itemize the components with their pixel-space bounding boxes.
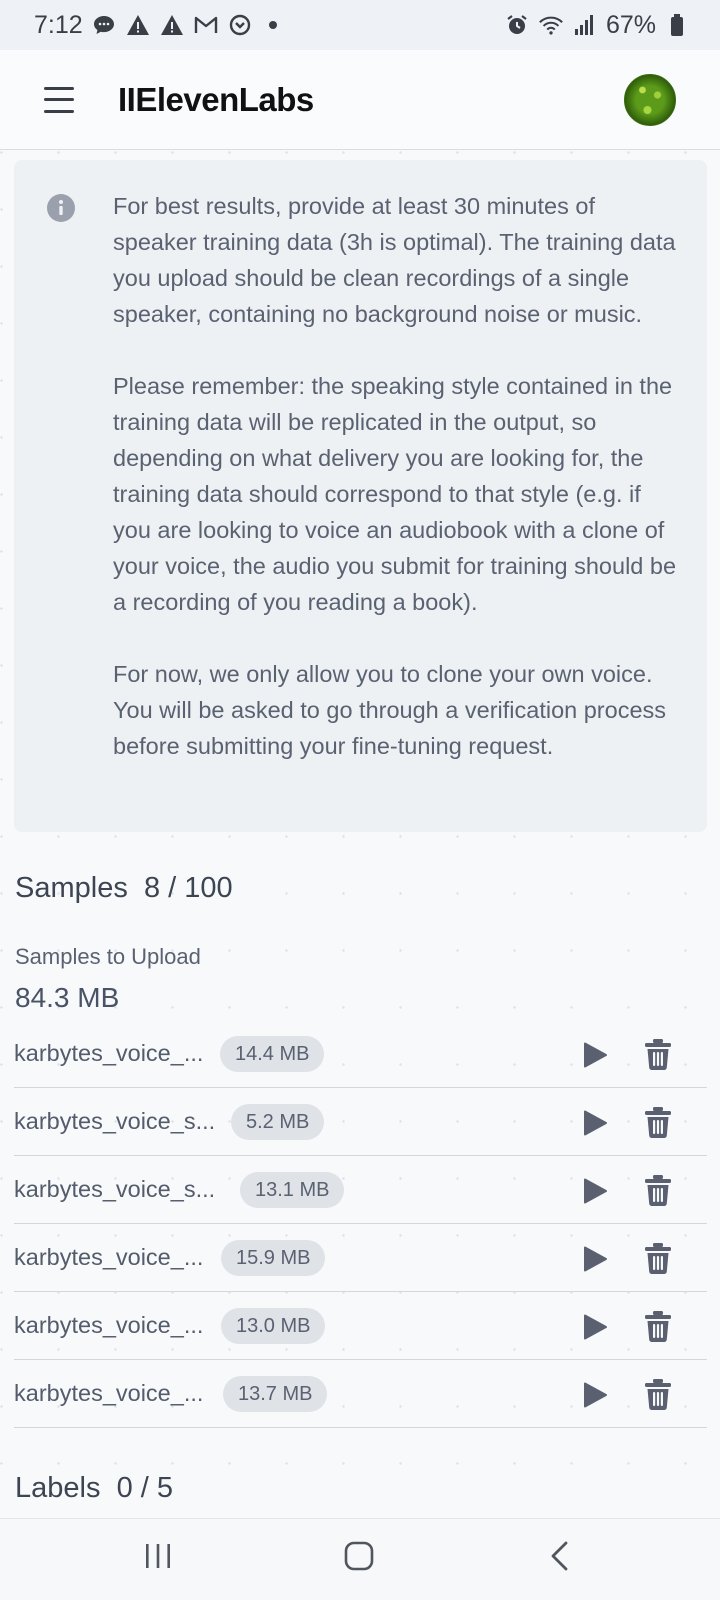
warning-icon (159, 12, 185, 38)
battery-percentage: 67% (605, 10, 656, 39)
play-icon[interactable] (581, 1313, 609, 1346)
size-badge: 15.9 MB (221, 1240, 326, 1276)
labels-title: Labels (15, 1472, 101, 1504)
trash-icon[interactable] (644, 1038, 672, 1075)
app-logo[interactable]: IIElevenLabs (118, 81, 314, 119)
status-right: 67% (504, 11, 690, 40)
play-icon[interactable] (581, 1177, 609, 1210)
avatar[interactable] (624, 73, 676, 126)
back-icon[interactable] (548, 1541, 572, 1576)
labels-count: 0 / 5 (116, 1472, 174, 1504)
sample-row: karbytes_voice_... 13.7 MB (14, 1360, 707, 1428)
info-paragraph-3: For now, we only allow you to clone your… (113, 661, 667, 759)
play-icon[interactable] (581, 1041, 609, 1074)
info-callout: For best results, provide at least 30 mi… (14, 160, 707, 832)
upload-total-size: 84.3 MB (15, 982, 120, 1013)
hamburger-menu-icon[interactable] (44, 86, 74, 113)
size-badge: 13.1 MB (240, 1172, 345, 1208)
gmail-icon (193, 12, 219, 38)
sample-row: karbytes_voice_... 13.0 MB (14, 1292, 707, 1360)
signal-icon (572, 12, 598, 38)
size-badge: 5.2 MB (231, 1104, 325, 1140)
size-badge: 13.7 MB (223, 1376, 328, 1412)
sample-filename: karbytes_voice_s... (14, 1108, 216, 1134)
info-paragraph-1: For best results, provide at least 30 mi… (113, 193, 676, 327)
system-nav-bar (0, 1518, 720, 1600)
sample-row: karbytes_voice_... 14.4 MB (14, 1020, 707, 1088)
wifi-icon (538, 12, 564, 38)
sample-row: karbytes_voice_... 15.9 MB (14, 1224, 707, 1292)
trash-icon[interactable] (644, 1174, 672, 1211)
info-paragraph-2: Please remember: the speaking style cont… (113, 373, 677, 615)
samples-to-upload-label: Samples to Upload (15, 944, 201, 969)
sample-filename: karbytes_voice_s... (14, 1176, 216, 1202)
trash-icon[interactable] (644, 1106, 672, 1143)
play-icon[interactable] (581, 1245, 609, 1278)
alarm-icon (504, 12, 530, 38)
dot-icon (268, 21, 277, 29)
recents-icon[interactable] (143, 1541, 173, 1576)
play-icon[interactable] (581, 1381, 609, 1414)
size-badge: 13.0 MB (221, 1308, 326, 1344)
app-header: IIElevenLabs (0, 50, 720, 150)
sample-filename: karbytes_voice_... (14, 1380, 204, 1406)
samples-count: 8 / 100 (143, 872, 233, 904)
trash-icon[interactable] (644, 1242, 672, 1279)
sample-row: karbytes_voice_s... 5.2 MB (14, 1088, 707, 1156)
status-left: 7:12 (34, 11, 277, 40)
battery-icon (664, 12, 690, 38)
size-badge: 14.4 MB (220, 1036, 325, 1072)
media-icon (227, 12, 253, 38)
labels-heading: Labels 0 / 5 (15, 1472, 173, 1505)
chat-bubble-icon (91, 12, 117, 38)
sample-filename: karbytes_voice_... (14, 1040, 204, 1066)
home-icon[interactable] (344, 1541, 374, 1576)
sample-list: karbytes_voice_... 14.4 MB karbytes_voic… (14, 1020, 707, 1428)
status-bar: 7:12 67% (0, 0, 720, 50)
sample-row: karbytes_voice_s... 13.1 MB (14, 1156, 707, 1224)
info-icon (46, 193, 76, 228)
trash-icon[interactable] (644, 1378, 672, 1415)
trash-icon[interactable] (644, 1310, 672, 1347)
sample-filename: karbytes_voice_... (14, 1244, 204, 1270)
warning-icon (125, 12, 151, 38)
status-time: 7:12 (34, 10, 83, 39)
samples-title: Samples (15, 872, 128, 904)
play-icon[interactable] (581, 1109, 609, 1142)
samples-heading: Samples 8 / 100 (15, 872, 233, 905)
sample-filename: karbytes_voice_... (14, 1312, 204, 1338)
